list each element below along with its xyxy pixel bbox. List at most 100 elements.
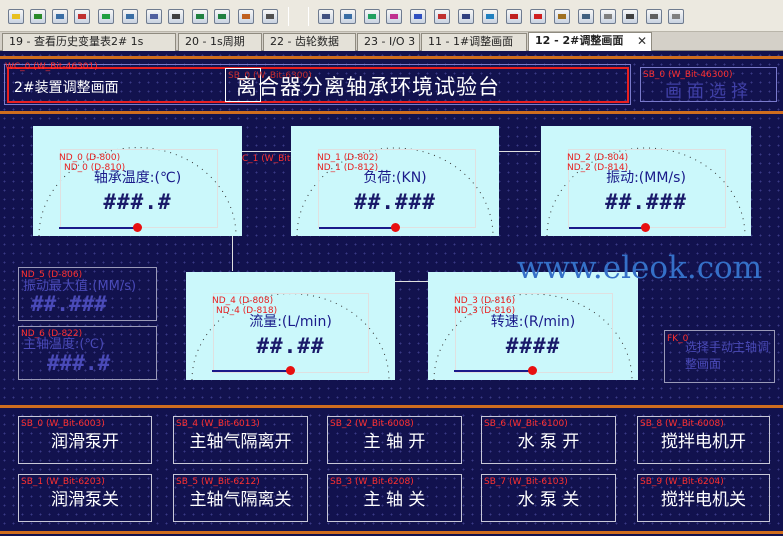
button-label: 搅拌电机开: [661, 432, 746, 452]
button-label: 主轴气隔离开: [189, 432, 292, 452]
tab-history-table[interactable]: 19 - 查看历史变量表2# 1s: [2, 33, 176, 51]
gauge-tag: ND_0 (D-800): [59, 153, 121, 163]
spindle-temperature-box: ND_6 (D-822) 主轴温度:(℃) ###.#: [18, 326, 157, 380]
chart-bar-icon[interactable]: [238, 9, 254, 24]
manual-spindle-screen-button[interactable]: FK_0 选择手动主轴调整画面: [664, 330, 775, 383]
mini-label: 主轴温度:(℃): [23, 337, 105, 352]
screen-select-label: 画面选择: [665, 82, 753, 102]
header-bottom-rule: [0, 111, 783, 114]
lube-pump-off-button[interactable]: SB_1 (W_Bit-6203) 润滑泵关: [18, 474, 152, 522]
gauge-value: ####: [505, 334, 561, 358]
gear-icon[interactable]: [554, 9, 570, 24]
gauge-bar: [59, 227, 135, 229]
toolbar-separator: [308, 7, 309, 26]
gauge-load: ND_1 (D-802) ND_1 (D-812) 负荷:(KN) ##.###: [291, 126, 499, 236]
water-pump-off-button[interactable]: SB_7 (W_Bit-6103) 水 泵 关: [481, 474, 616, 522]
tab-io3[interactable]: 23 - I/O 3: [357, 33, 420, 51]
tool-icon[interactable]: [386, 9, 402, 24]
gauge-tag: ND_2 (D-804): [567, 153, 629, 163]
max-vibration-box: ND_5 (D-806) 振动最大值:(MM/s) ##.###: [18, 267, 157, 321]
mini-value: ###.#: [47, 351, 111, 375]
spindle-on-button[interactable]: SB_2 (W_Bit-6008) 主 轴 开: [327, 416, 462, 464]
tab-1-adjust[interactable]: 11 - 1#调整画面: [421, 33, 527, 51]
list-icon[interactable]: [622, 9, 638, 24]
gauge-label: 转速:(R/min): [490, 314, 576, 330]
tab-label: 19 - 查看历史变量表2# 1s: [9, 35, 144, 48]
move-icon[interactable]: [364, 9, 380, 24]
gauge-bar: [454, 370, 530, 372]
button-label: 水 泵 开: [517, 432, 580, 452]
gauge-value: ###.#: [103, 190, 172, 214]
copy-icon[interactable]: [646, 9, 662, 24]
clock-icon[interactable]: [262, 9, 278, 24]
button-label: 主轴气隔离关: [189, 490, 292, 510]
gauge-value: ##.##: [256, 334, 325, 358]
bottom-rule: [0, 531, 783, 534]
grid-icon[interactable]: [52, 9, 68, 24]
tab-1s-cycle[interactable]: 20 - 1s周期: [178, 33, 262, 51]
gauge-vibration: ND_2 (D-804) ND_2 (D-814) 振动:(MM/s) ##.#…: [541, 126, 751, 236]
gauge-indicator: [133, 223, 142, 232]
stop-icon[interactable]: [530, 9, 546, 24]
tab-label: 12 - 2#调整画面: [535, 34, 624, 47]
stirrer-motor-on-button[interactable]: SB_8 (W_Bit-6008) 搅拌电机开: [637, 416, 770, 464]
gauge-label: 轴承温度:(℃): [93, 170, 182, 186]
report-icon[interactable]: [578, 9, 594, 24]
stirrer-motor-off-button[interactable]: SB_9 (W_Bit-6204) 搅拌电机关: [637, 474, 770, 522]
gauge-value: ##.###: [605, 190, 687, 214]
resistor-icon[interactable]: [168, 9, 184, 24]
window-icon[interactable]: [146, 9, 162, 24]
connector-line: [394, 281, 430, 282]
lube-pump-on-button[interactable]: SB_0 (W_Bit-6003) 润滑泵开: [18, 416, 152, 464]
gauge-bar: [569, 227, 643, 229]
gauge-label: 流量:(L/min): [249, 314, 332, 330]
curve-icon[interactable]: [506, 9, 522, 24]
header-top-rule: [0, 56, 783, 59]
gauge-flow: ND_4 (D-808) ND_4 (D-818) 流量:(L/min) ##.…: [186, 272, 395, 380]
database-icon[interactable]: [318, 9, 334, 24]
spindle-air-isolation-on-button[interactable]: SB_4 (W_Bit-6013) 主轴气隔离开: [173, 416, 308, 464]
tab-gear-data[interactable]: 22 - 齿轮数据: [263, 33, 356, 51]
gauge-tag: ND_3 (D-816): [454, 296, 516, 306]
nav-tag: SB_0 (W_Bit-46300): [643, 70, 733, 80]
gauge-bar: [319, 227, 393, 229]
tab-label: 22 - 齿轮数据: [270, 35, 339, 48]
button-label: 润滑泵关: [51, 490, 119, 510]
hmi-canvas: WC_0 (W_Bit-46301) 2#装置调整画面 SB_0 (W_Bit-…: [0, 51, 783, 536]
mini-value: ##.###: [31, 292, 107, 316]
gauge-bearing-temperature: ND_0 (D-800) ND_0 (D-810) 轴承温度:(℃) ###.#: [33, 126, 242, 236]
page-title: 离合器分离轴承环境试验台: [236, 75, 500, 99]
save-icon[interactable]: [340, 9, 356, 24]
paste-icon[interactable]: [668, 9, 684, 24]
wrench-icon[interactable]: [74, 9, 90, 24]
watermark: www.eleok.com: [517, 250, 763, 286]
gauge-indicator: [641, 223, 650, 232]
water-pump-on-button[interactable]: SB_6 (W_Bit-6100) 水 泵 开: [481, 416, 616, 464]
lock-icon[interactable]: [600, 9, 616, 24]
tab-label: 23 - I/O 3: [364, 35, 416, 48]
tab-label: 11 - 1#调整画面: [428, 35, 514, 48]
button-label: 主 轴 开: [363, 432, 426, 452]
lightbulb-icon[interactable]: [8, 9, 24, 24]
gauge-tag: ND_1 (D-802): [317, 153, 379, 163]
spindle-off-button[interactable]: SB_3 (W_Bit-6208) 主 轴 关: [327, 474, 462, 522]
table-icon[interactable]: [458, 9, 474, 24]
bar-chart-icon[interactable]: [410, 9, 426, 24]
wc0-tag: WC_0 (W_Bit-46301): [5, 62, 98, 72]
link-icon[interactable]: [122, 9, 138, 24]
trend-icon[interactable]: [434, 9, 450, 24]
led-table-icon[interactable]: [214, 9, 230, 24]
tab-2-adjust[interactable]: 12 - 2#调整画面 ✕: [528, 32, 652, 51]
gauge-indicator: [528, 366, 537, 375]
buttons-top-rule: [0, 405, 783, 408]
button-label: 主 轴 关: [363, 490, 426, 510]
picture-icon[interactable]: [482, 9, 498, 24]
button-label: 润滑泵开: [51, 432, 119, 452]
led-grid-icon[interactable]: [192, 9, 208, 24]
gauge-label: 负荷:(KN): [363, 170, 427, 186]
spindle-air-isolation-off-button[interactable]: SB_5 (W_Bit-6212) 主轴气隔离关: [173, 474, 308, 522]
green-diamond-icon[interactable]: [98, 9, 114, 24]
close-icon[interactable]: ✕: [637, 33, 647, 49]
device-label: 2#装置调整画面: [14, 80, 119, 96]
traffic-light-icon[interactable]: [30, 9, 46, 24]
